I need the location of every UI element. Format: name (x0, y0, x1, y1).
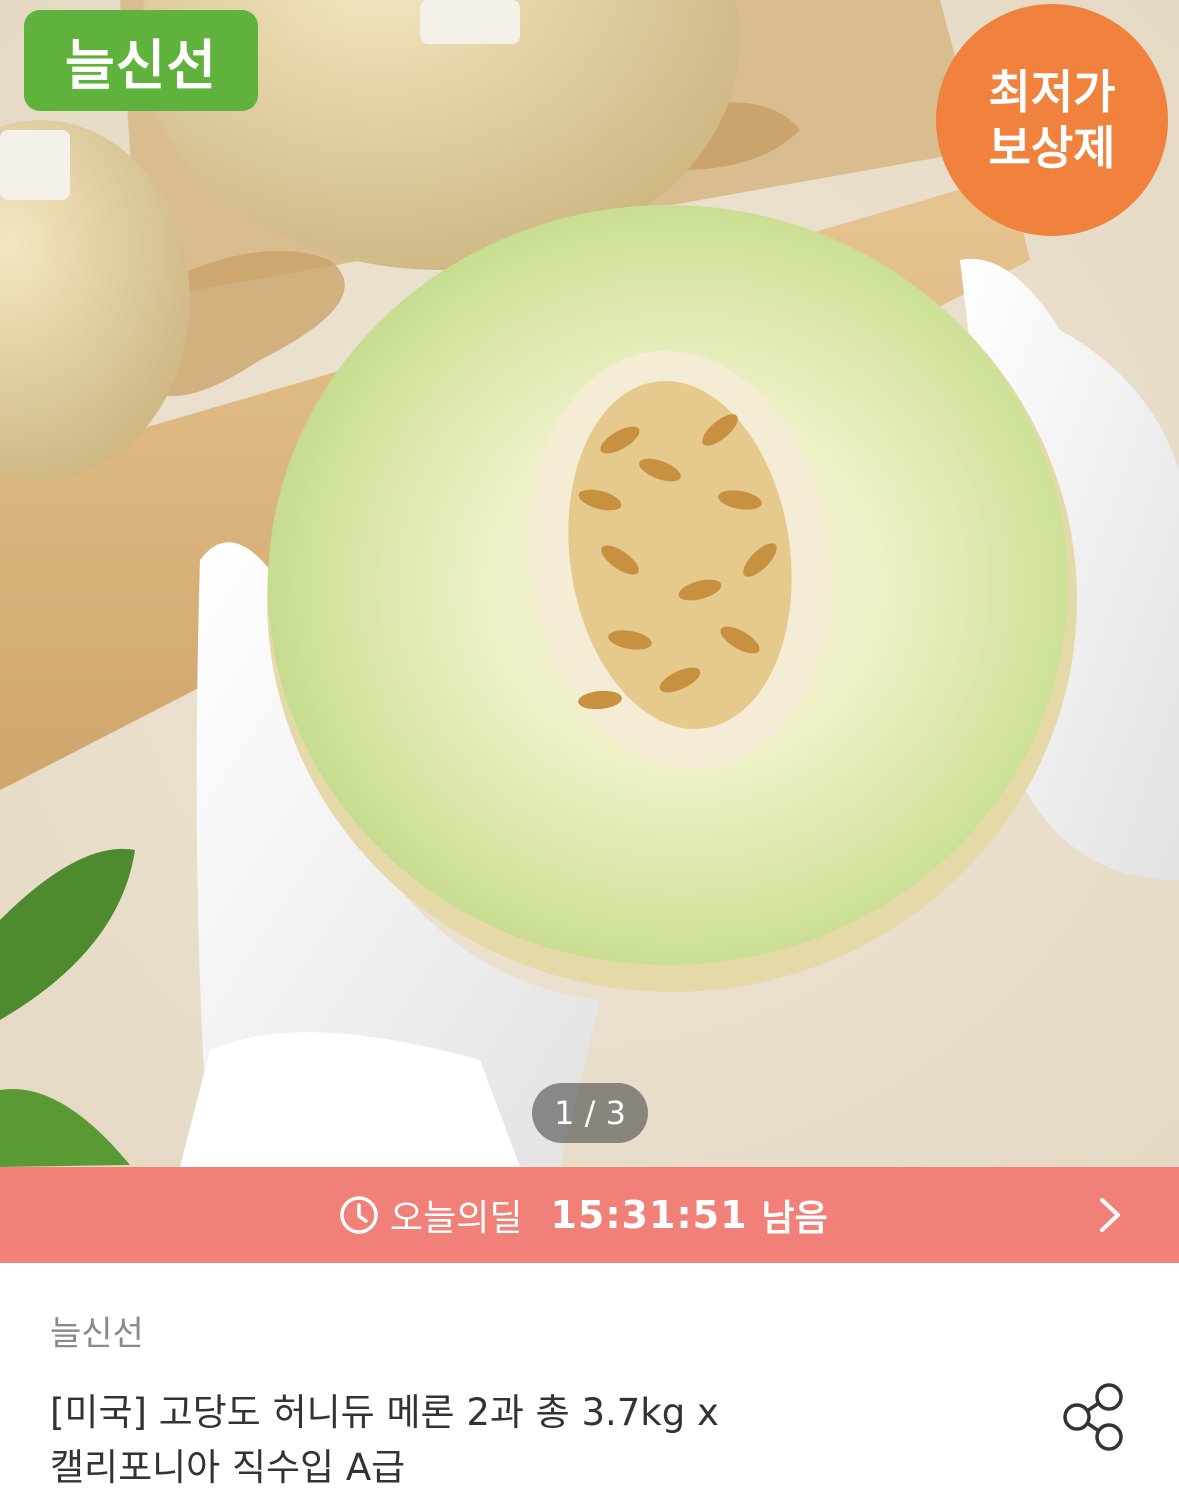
todays-deal-bar[interactable]: 오늘의딜 15:31:51 남음 (0, 1167, 1179, 1263)
deal-countdown: 15:31:51 (550, 1193, 748, 1237)
product-title-line: 캘리포니아 직수입 A급 (50, 1446, 406, 1489)
image-pager-indicator: 1 / 3 (532, 1083, 648, 1143)
deal-remaining-label: 남음 (761, 1198, 828, 1239)
product-title-line: [미국] 고당도 허니듀 메론 2과 총 3.7kg x (50, 1391, 719, 1434)
brand-badge: 늘신선 (24, 10, 258, 111)
badge-line: 보상제 (988, 121, 1116, 175)
clock-icon (340, 1196, 378, 1234)
seller-name[interactable]: 늘신선 (50, 1306, 144, 1355)
product-image-carousel[interactable]: 늘신선 최저가 보상제 1 / 3 (0, 0, 1179, 1167)
share-icon[interactable] (1062, 1381, 1128, 1453)
chevron-right-icon[interactable] (1092, 1194, 1128, 1236)
badge-line: 최저가 (988, 65, 1116, 119)
lowest-price-guarantee-badge: 최저가 보상제 (936, 4, 1168, 236)
product-title: [미국] 고당도 허니듀 메론 2과 총 3.7kg x 캘리포니아 직수입 A… (50, 1385, 990, 1495)
deal-label: 오늘의딜 (390, 1198, 523, 1239)
